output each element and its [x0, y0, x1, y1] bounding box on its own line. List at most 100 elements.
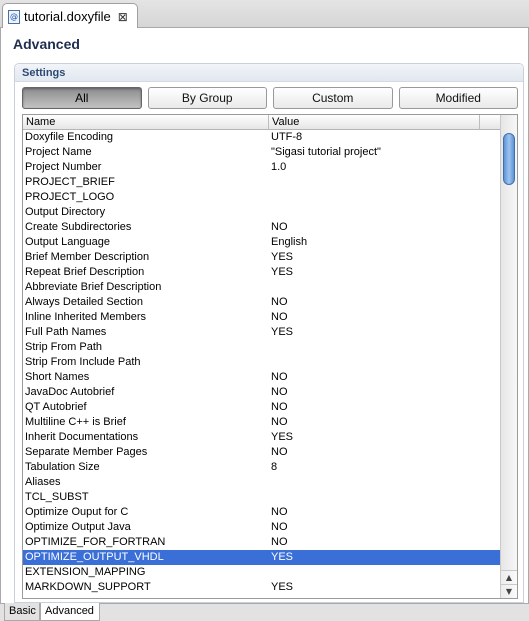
- row-value-cell[interactable]: NO: [269, 385, 500, 400]
- table-row[interactable]: Inline Inherited Members NO: [23, 310, 500, 325]
- row-value-cell[interactable]: NO: [269, 295, 500, 310]
- table-row[interactable]: JavaDoc Autobrief NO: [23, 385, 500, 400]
- row-value-cell[interactable]: NO: [269, 505, 500, 520]
- column-header-value[interactable]: Value: [269, 115, 480, 130]
- row-value-cell[interactable]: [269, 565, 500, 580]
- table-row[interactable]: Short Names NO: [23, 370, 500, 385]
- row-name-cell: PROJECT_LOGO: [25, 191, 115, 203]
- row-value-cell[interactable]: [269, 340, 500, 355]
- row-value-cell[interactable]: NO: [269, 310, 500, 325]
- table-row[interactable]: Project Name "Sigasi tutorial project": [23, 145, 500, 160]
- column-header-name[interactable]: Name: [23, 115, 269, 130]
- row-name-cell: PROJECT_BRIEF: [25, 176, 115, 188]
- row-name-cell: OPTIMIZE_OUTPUT_VHDL: [25, 551, 164, 563]
- table-row[interactable]: OPTIMIZE_OUTPUT_VHDL YES: [23, 550, 500, 565]
- table-row[interactable]: Output Language English: [23, 235, 500, 250]
- row-value-cell[interactable]: NO: [269, 445, 500, 460]
- table-row[interactable]: Separate Member Pages NO: [23, 445, 500, 460]
- row-value-cell[interactable]: [269, 355, 500, 370]
- row-name-cell: Doxyfile Encoding: [25, 131, 114, 143]
- table-row[interactable]: Project Number 1.0: [23, 160, 500, 175]
- row-name-cell: Aliases: [25, 476, 61, 488]
- row-name-cell: Full Path Names: [25, 326, 107, 338]
- table-row[interactable]: PROJECT_LOGO: [23, 190, 500, 205]
- filter-custom-button[interactable]: Custom: [273, 87, 393, 109]
- row-value-cell[interactable]: 1.0: [269, 160, 500, 175]
- doxyfile-icon: @: [8, 9, 20, 24]
- row-value-cell[interactable]: UTF-8: [269, 130, 500, 145]
- row-value-cell[interactable]: [269, 490, 500, 505]
- row-name-cell: Multiline C++ is Brief: [25, 416, 126, 428]
- table-row[interactable]: OPTIMIZE_FOR_FORTRAN NO: [23, 535, 500, 550]
- table-row[interactable]: Abbreviate Brief Description: [23, 280, 500, 295]
- table-row[interactable]: TCL_SUBST: [23, 490, 500, 505]
- table-body: Doxyfile Encoding UTF-8 Project Name "Sigas…: [23, 130, 500, 595]
- row-name-cell: Repeat Brief Description: [25, 266, 145, 278]
- table-row[interactable]: Always Detailed Section NO: [23, 295, 500, 310]
- row-value-cell[interactable]: YES: [269, 250, 500, 265]
- row-name-cell: Brief Member Description: [25, 251, 150, 263]
- row-name-cell: Project Name: [25, 146, 92, 158]
- table-row[interactable]: Doxyfile Encoding UTF-8: [23, 130, 500, 145]
- table-row[interactable]: Aliases: [23, 475, 500, 490]
- row-value-cell[interactable]: NO: [269, 400, 500, 415]
- row-name-cell: EXTENSION_MAPPING: [25, 566, 146, 578]
- table-row[interactable]: Tabulation Size 8: [23, 460, 500, 475]
- row-name-cell: Output Directory: [25, 206, 106, 218]
- settings-table[interactable]: Name Value Doxyfile Encoding UTF-8 Project…: [22, 114, 518, 599]
- row-value-cell[interactable]: NO: [269, 520, 500, 535]
- row-value-cell[interactable]: [269, 175, 500, 190]
- row-value-cell[interactable]: 8: [269, 460, 500, 475]
- editor-tab[interactable]: @ tutorial.doxyfile ⊠: [2, 3, 138, 29]
- row-value-cell[interactable]: YES: [269, 550, 500, 565]
- row-name-cell: Always Detailed Section: [25, 296, 144, 308]
- table-row[interactable]: Optimize Output Java NO: [23, 520, 500, 535]
- filter-all-button[interactable]: All: [22, 87, 142, 109]
- scroll-thumb[interactable]: [503, 133, 515, 185]
- table-row[interactable]: MARKDOWN_SUPPORT YES: [23, 580, 500, 595]
- row-value-cell[interactable]: NO: [269, 370, 500, 385]
- row-value-cell[interactable]: [269, 280, 500, 295]
- row-value-cell[interactable]: NO: [269, 415, 500, 430]
- table-row[interactable]: Output Directory: [23, 205, 500, 220]
- table-row[interactable]: Inherit Documentations YES: [23, 430, 500, 445]
- table-row[interactable]: Multiline C++ is Brief NO: [23, 415, 500, 430]
- row-name-cell: OPTIMIZE_FOR_FORTRAN: [25, 536, 166, 548]
- row-value-cell[interactable]: "Sigasi tutorial project": [269, 145, 500, 160]
- row-name-cell: JavaDoc Autobrief: [25, 386, 115, 398]
- row-value-cell[interactable]: YES: [269, 580, 500, 595]
- tab-basic[interactable]: Basic: [4, 603, 40, 621]
- table-row[interactable]: EXTENSION_MAPPING: [23, 565, 500, 580]
- row-value-cell[interactable]: NO: [269, 535, 500, 550]
- scroll-up-arrow-icon[interactable]: ▲: [501, 570, 517, 584]
- table-row[interactable]: Optimize Ouput for C NO: [23, 505, 500, 520]
- filter-by-group-button[interactable]: By Group: [147, 87, 267, 109]
- table-row[interactable]: Strip From Include Path: [23, 355, 500, 370]
- table-row[interactable]: Full Path Names YES: [23, 325, 500, 340]
- filter-modified-button[interactable]: Modified: [398, 87, 518, 109]
- close-icon[interactable]: ⊠: [118, 10, 128, 24]
- row-value-cell[interactable]: [269, 190, 500, 205]
- row-name-cell: Tabulation Size: [25, 461, 100, 473]
- row-name-cell: Create Subdirectories: [25, 221, 132, 233]
- row-value-cell[interactable]: [269, 205, 500, 220]
- row-value-cell[interactable]: NO: [269, 220, 500, 235]
- row-value-cell[interactable]: YES: [269, 430, 500, 445]
- row-value-cell[interactable]: YES: [269, 265, 500, 280]
- row-name-cell: TCL_SUBST: [25, 491, 89, 503]
- table-row[interactable]: Strip From Path: [23, 340, 500, 355]
- row-value-cell[interactable]: English: [269, 235, 500, 250]
- scroll-down-arrow-icon[interactable]: ▼: [501, 584, 517, 598]
- settings-section: Settings All By Group Custom Modified Na…: [14, 63, 524, 603]
- vertical-scrollbar[interactable]: ▲ ▼: [500, 115, 517, 598]
- editor-tab-bar: @ tutorial.doxyfile ⊠: [0, 0, 529, 29]
- page-tab-bar: Basic Advanced: [0, 603, 529, 621]
- tab-advanced[interactable]: Advanced: [40, 603, 100, 621]
- table-row[interactable]: Repeat Brief Description YES: [23, 265, 500, 280]
- table-row[interactable]: Create Subdirectories NO: [23, 220, 500, 235]
- table-row[interactable]: PROJECT_BRIEF: [23, 175, 500, 190]
- row-value-cell[interactable]: [269, 475, 500, 490]
- row-value-cell[interactable]: YES: [269, 325, 500, 340]
- table-row[interactable]: QT Autobrief NO: [23, 400, 500, 415]
- table-row[interactable]: Brief Member Description YES: [23, 250, 500, 265]
